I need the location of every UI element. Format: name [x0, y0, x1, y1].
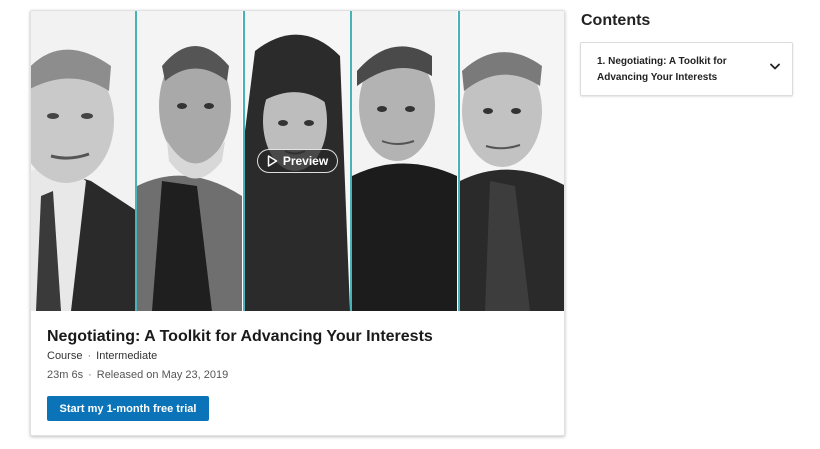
course-card: Preview Negotiating: A Toolkit for Advan…	[30, 10, 565, 436]
start-free-trial-button[interactable]: Start my 1-month free trial	[47, 396, 209, 421]
instructor-photo-4	[352, 11, 460, 311]
preview-label: Preview	[282, 154, 329, 168]
course-level: Intermediate	[96, 350, 158, 362]
contents-item-label: 1. Negotiating: A Toolkit for Advancing …	[597, 56, 727, 83]
preview-button[interactable]: Preview	[257, 149, 338, 173]
instructor-photo-5	[459, 11, 564, 311]
instructor-photo-1	[31, 11, 138, 311]
contents-heading: Contents	[581, 12, 651, 29]
separator-dot: ·	[88, 369, 92, 381]
release-date: Released on May 23, 2019	[96, 369, 229, 381]
course-thumbnail[interactable]: Preview	[31, 11, 564, 311]
course-duration: 23m 6s	[47, 369, 84, 381]
chevron-down-icon[interactable]	[770, 57, 780, 75]
instructor-photo-2	[137, 11, 245, 311]
course-title: Negotiating: A Toolkit for Advancing You…	[47, 328, 433, 345]
contents-item-1[interactable]: 1. Negotiating: A Toolkit for Advancing …	[580, 42, 793, 96]
course-details: 23m 6s · Released on May 23, 2019	[47, 369, 228, 381]
play-icon	[267, 155, 278, 167]
course-type: Course	[47, 350, 83, 362]
separator-dot: ·	[87, 350, 92, 362]
course-meta: Course · Intermediate	[47, 350, 157, 362]
